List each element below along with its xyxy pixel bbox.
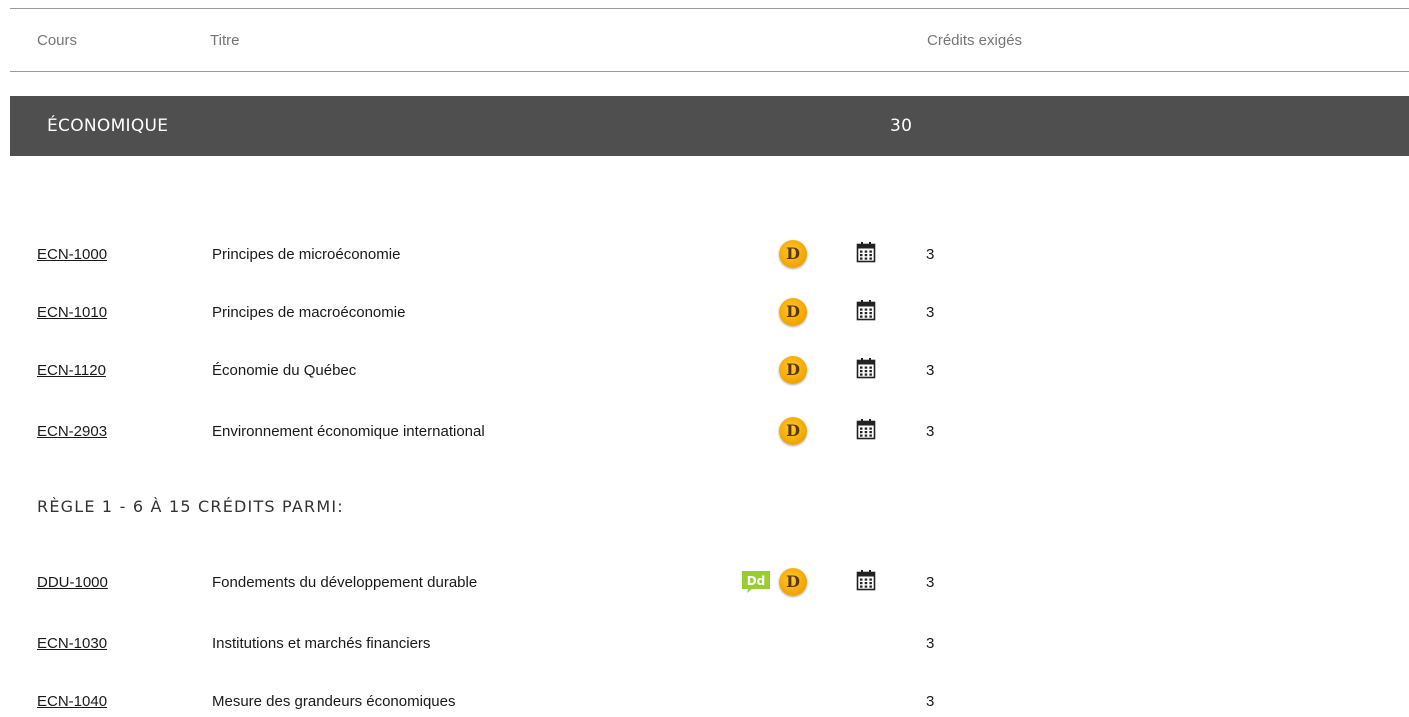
course-row: ECN-1030 Institutions et marchés financi… — [0, 629, 1409, 659]
header-credits: Crédits exigés — [927, 32, 1023, 49]
course-title: Institutions et marchés financiers — [212, 635, 431, 652]
course-title: Fondements du développement durable — [212, 574, 478, 591]
header-course: Cours — [37, 32, 78, 49]
course-code-link[interactable]: ECN-2903 — [37, 423, 107, 440]
calendar-icon[interactable] — [856, 418, 876, 440]
course-code-link[interactable]: ECN-1010 — [37, 304, 107, 321]
distance-course-icon[interactable]: D — [779, 568, 807, 596]
course-title: Environnement économique international — [212, 423, 485, 440]
course-row: DDU-1000 Fondements du développement dur… — [0, 568, 1409, 598]
section-credits: 30 — [890, 116, 913, 136]
rule-heading: RÈGLE 1 - 6 À 15 CRÉDITS PARMI: — [37, 497, 344, 516]
course-credits: 3 — [926, 693, 935, 710]
course-credits: 3 — [926, 635, 935, 652]
course-credits: 3 — [926, 304, 935, 321]
section-name: ÉCONOMIQUE — [47, 116, 169, 136]
calendar-icon[interactable] — [856, 357, 876, 379]
distance-course-icon[interactable]: D — [779, 298, 807, 326]
distance-course-icon[interactable]: D — [779, 417, 807, 445]
header-title: Titre — [210, 32, 240, 49]
course-title: Économie du Québec — [212, 362, 357, 379]
course-title: Mesure des grandeurs économiques — [212, 693, 456, 710]
course-credits: 3 — [926, 574, 935, 591]
course-row: ECN-1000 Principes de microéconomie D 3 — [0, 240, 1409, 270]
course-row: ECN-1120 Économie du Québec D 3 — [0, 356, 1409, 386]
course-row: ECN-1010 Principes de macroéconomie D 3 — [0, 298, 1409, 328]
course-credits: 3 — [926, 362, 935, 379]
calendar-icon[interactable] — [856, 569, 876, 591]
calendar-icon[interactable] — [856, 241, 876, 263]
course-row: ECN-1040 Mesure des grandeurs économique… — [0, 687, 1409, 717]
svg-text:Dd: Dd — [747, 574, 766, 588]
table-header: Cours Titre Crédits exigés — [10, 8, 1409, 72]
course-credits: 3 — [926, 423, 935, 440]
distance-course-icon[interactable]: D — [779, 356, 807, 384]
sustainable-development-icon[interactable]: Dd — [741, 570, 771, 594]
section-header: ÉCONOMIQUE 30 — [10, 96, 1409, 156]
course-title: Principes de macroéconomie — [212, 304, 406, 321]
calendar-icon[interactable] — [856, 299, 876, 321]
course-row: ECN-2903 Environnement économique intern… — [0, 417, 1409, 447]
course-title: Principes de microéconomie — [212, 246, 401, 263]
course-code-link[interactable]: ECN-1040 — [37, 693, 107, 710]
course-credits: 3 — [926, 246, 935, 263]
course-code-link[interactable]: ECN-1000 — [37, 246, 107, 263]
distance-course-icon[interactable]: D — [779, 240, 807, 268]
course-code-link[interactable]: ECN-1030 — [37, 635, 107, 652]
course-code-link[interactable]: DDU-1000 — [37, 574, 108, 591]
course-code-link[interactable]: ECN-1120 — [37, 362, 106, 379]
